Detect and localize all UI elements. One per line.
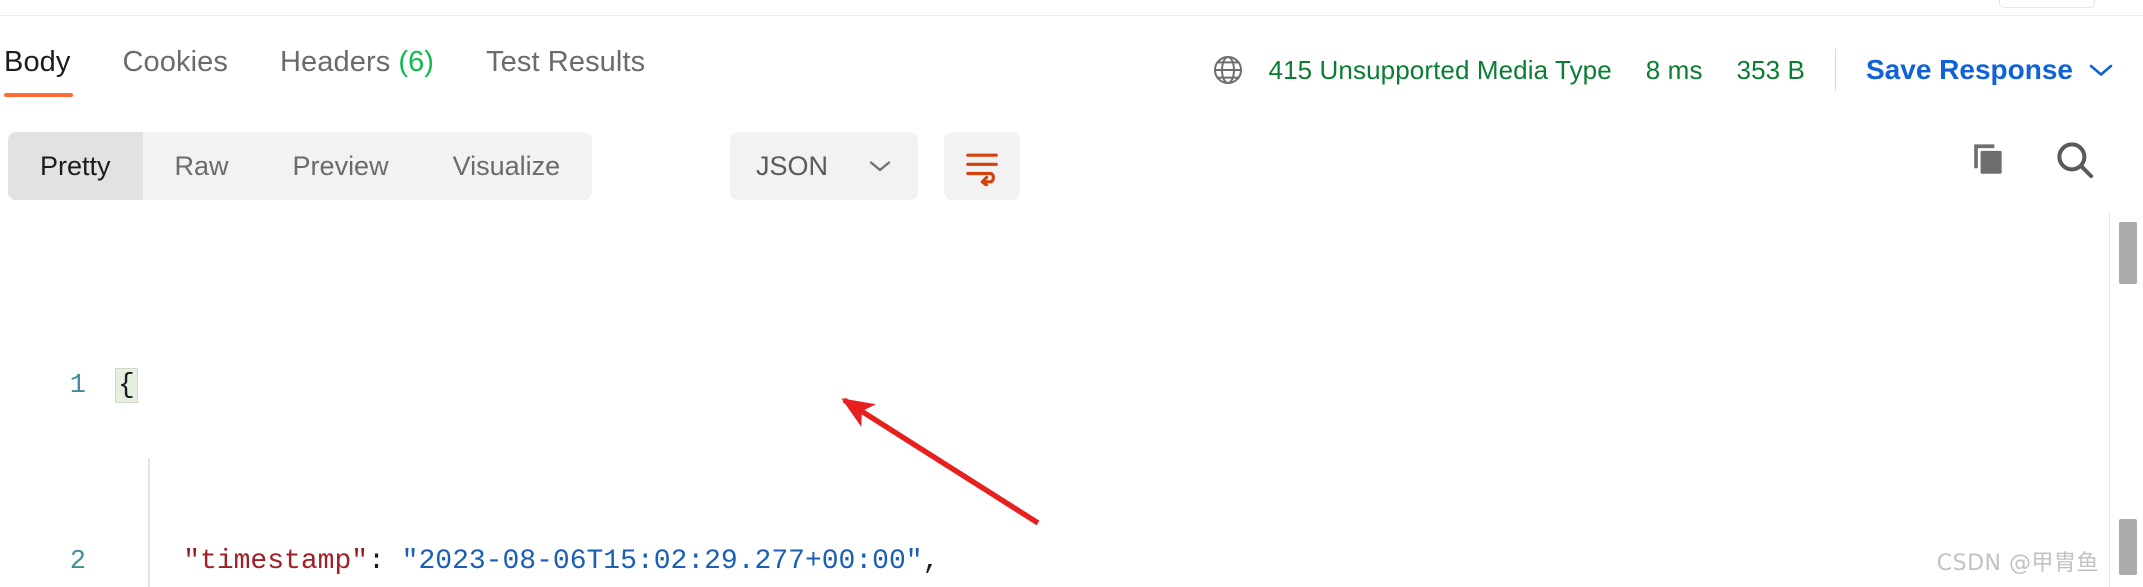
json-comma: , — [922, 546, 940, 577]
view-mode-group: Pretty Raw Preview Visualize — [8, 132, 593, 200]
brace-open: { — [115, 368, 138, 403]
chevron-down-icon[interactable] — [2089, 63, 2113, 77]
search-icon[interactable] — [2053, 138, 2097, 182]
json-colon: : — [368, 546, 402, 577]
language-select[interactable]: JSON — [730, 132, 918, 200]
word-wrap-icon — [966, 153, 998, 186]
status-time: 8 ms — [1645, 54, 1703, 85]
response-tabbar: Body Cookies Headers (6) Test Results — [0, 46, 671, 97]
tab-headers-label: Headers — [279, 46, 391, 78]
line-content[interactable]: "timestamp": "2023-08-06T15:02:29.277+00… — [110, 540, 939, 584]
tab-headers[interactable]: Headers (6) — [254, 46, 460, 97]
tab-headers-count: (6) — [398, 46, 435, 78]
watermark: CSDN @甲胄鱼 — [1936, 551, 2099, 576]
view-mode-visualize[interactable]: Visualize — [421, 132, 593, 200]
tab-cookies-label: Cookies — [122, 46, 228, 78]
tab-body-label: Body — [4, 46, 71, 78]
tab-cookies[interactable]: Cookies — [97, 46, 254, 97]
body-scrollbar-thumb-secondary[interactable] — [2119, 519, 2137, 575]
indent-guide — [148, 458, 150, 587]
line-number: 1 — [69, 371, 86, 401]
json-key: "timestamp" — [183, 546, 369, 577]
request-tab-remnant — [1999, 0, 2095, 8]
word-wrap-button[interactable] — [944, 132, 1020, 200]
status-size: 353 B — [1736, 54, 1805, 85]
top-divider-area — [0, 0, 2143, 16]
globe-icon — [1213, 55, 1242, 85]
response-header: Body Cookies Headers (6) Test Results 415… — [0, 16, 2143, 114]
view-mode-preview-label: Preview — [292, 150, 389, 181]
status-code-text: 415 Unsupported Media Type — [1268, 54, 1612, 85]
tab-test-results-label: Test Results — [486, 46, 646, 78]
code-line: 2 "timestamp": "2023-08-06T15:02:29.277+… — [0, 540, 940, 584]
code-lines: 1 { 2 "timestamp": "2023-08-06T15:02:29.… — [0, 232, 939, 587]
chevron-down-icon — [869, 161, 891, 172]
body-format-toolbar: Pretty Raw Preview Visualize JSON — [0, 128, 2143, 208]
save-response-label: Save Response — [1866, 54, 2073, 85]
body-scrollbar-track[interactable] — [2109, 212, 2143, 587]
code-line: 1 { — [0, 364, 939, 408]
json-string-value: "2023-08-06T15:02:29.277+00:00" — [401, 546, 923, 577]
line-number: 2 — [69, 547, 86, 577]
view-mode-raw-label: Raw — [174, 150, 229, 181]
view-mode-raw[interactable]: Raw — [143, 132, 261, 200]
view-mode-pretty-label: Pretty — [40, 150, 111, 181]
view-mode-preview[interactable]: Preview — [261, 132, 421, 200]
response-status-cluster: 415 Unsupported Media Type 8 ms 353 B Sa… — [1211, 46, 2113, 94]
copy-icon[interactable] — [1965, 138, 2009, 182]
body-actions — [1965, 138, 2097, 182]
postman-response-panel: Body Cookies Headers (6) Test Results 415… — [0, 0, 2143, 587]
view-mode-pretty[interactable]: Pretty — [8, 132, 143, 200]
status-divider — [1835, 49, 1836, 91]
tab-body[interactable]: Body — [0, 46, 97, 97]
line-content[interactable]: { — [110, 364, 138, 408]
language-select-value: JSON — [756, 150, 829, 181]
tab-test-results[interactable]: Test Results — [460, 46, 671, 97]
save-response-button[interactable]: Save Response — [1866, 54, 2113, 86]
response-body-viewer[interactable]: 1 { 2 "timestamp": "2023-08-06T15:02:29.… — [0, 212, 2143, 587]
body-scrollbar-thumb[interactable] — [2119, 222, 2137, 284]
view-mode-visualize-label: Visualize — [452, 150, 561, 181]
